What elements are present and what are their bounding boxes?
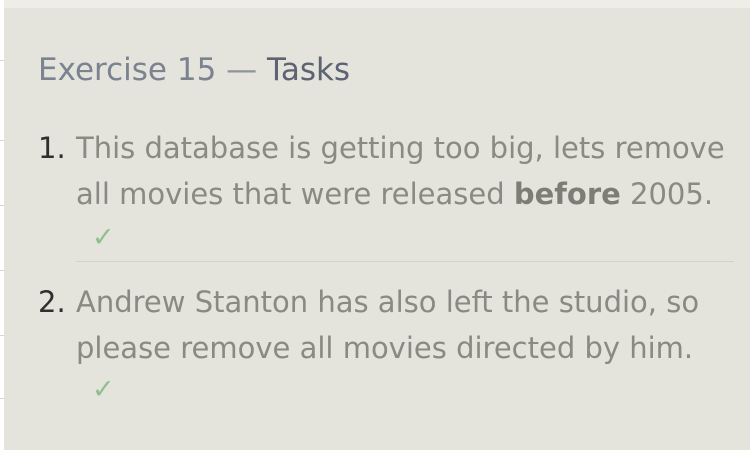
task-divider bbox=[76, 261, 734, 262]
task-item: 1. This database is getting too big, let… bbox=[38, 125, 725, 265]
task-number: 1. bbox=[38, 131, 66, 165]
panel-title: Exercise 15 — Tasks bbox=[38, 50, 350, 90]
tasks-panel: Exercise 15 — Tasks 1. This database is … bbox=[4, 8, 750, 450]
exercise-label: Exercise 15 bbox=[38, 52, 217, 88]
task-item: 2. Andrew Stanton has also left the stud… bbox=[38, 279, 718, 419]
checkmark-icon: ✓ bbox=[92, 374, 115, 405]
task-description: Andrew Stanton has also left the studio,… bbox=[76, 285, 700, 365]
checkmark-icon: ✓ bbox=[92, 222, 115, 253]
task-text-end: 2005. bbox=[620, 177, 714, 211]
task-number: 2. bbox=[38, 285, 66, 319]
task-description: This database is getting too big, lets r… bbox=[76, 125, 726, 217]
tasks-label: Tasks bbox=[267, 52, 351, 88]
top-edge bbox=[0, 0, 750, 8]
task-emphasis: before bbox=[513, 177, 621, 211]
title-separator: — bbox=[226, 52, 258, 88]
